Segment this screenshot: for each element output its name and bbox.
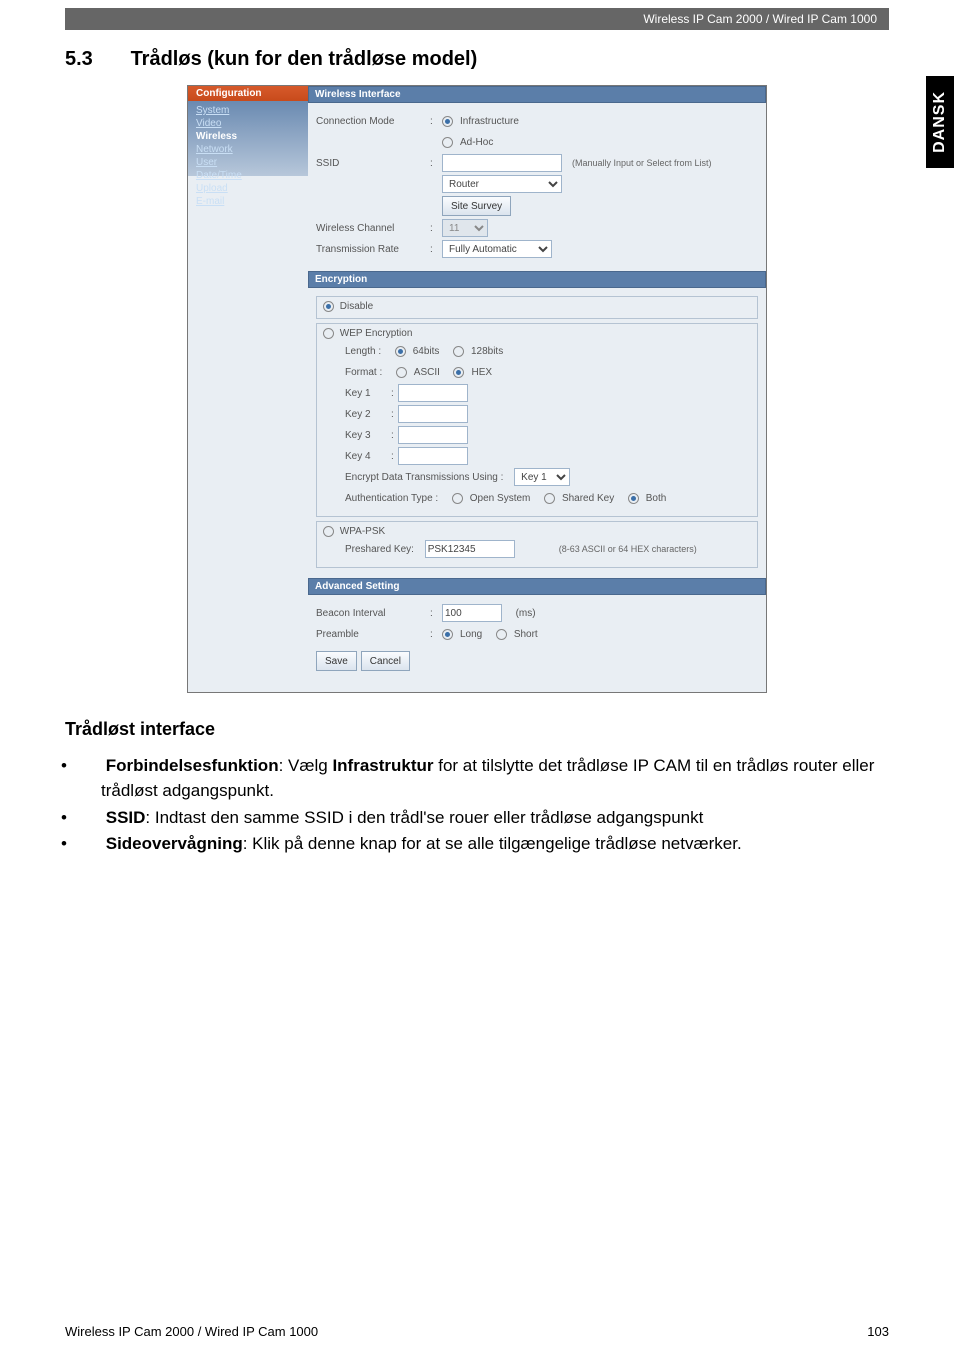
key1-label: Key 1 <box>345 388 387 399</box>
header-bar: Wireless IP Cam 2000 / Wired IP Cam 1000 <box>65 8 889 30</box>
bullet-2: SSID: Indtast den samme SSID i den trådl… <box>65 806 889 831</box>
opt-hex: HEX <box>471 367 492 378</box>
config-header: Configuration <box>188 86 308 101</box>
radio-open-system[interactable] <box>452 493 463 504</box>
sidebar-item-upload[interactable]: Upload <box>196 183 300 194</box>
ssid-label: SSID <box>316 158 426 169</box>
radio-disable[interactable] <box>323 301 334 312</box>
radio-128bits[interactable] <box>453 346 464 357</box>
radio-long[interactable] <box>442 629 453 640</box>
opt-64bits: 64bits <box>413 346 440 357</box>
radio-shared-key[interactable] <box>544 493 555 504</box>
config-sidebar: Configuration System Video Wireless Netw… <box>188 86 308 692</box>
cancel-button[interactable]: Cancel <box>361 651 410 671</box>
save-button[interactable]: Save <box>316 651 357 671</box>
opt-shared-key: Shared Key <box>562 493 614 504</box>
wireless-channel-label: Wireless Channel <box>316 223 426 234</box>
opt-long: Long <box>460 629 482 640</box>
ssid-hint: (Manually Input or Select from List) <box>572 158 712 168</box>
sidebar-item-wireless[interactable]: Wireless <box>196 131 300 142</box>
radio-infrastructure[interactable] <box>442 116 453 127</box>
wireless-channel-select[interactable]: 11 <box>442 219 488 237</box>
router-select[interactable]: Router <box>442 175 562 193</box>
ssid-input[interactable] <box>442 154 562 172</box>
key4-input[interactable] <box>398 447 468 465</box>
auth-type-label: Authentication Type : <box>345 493 438 504</box>
key2-label: Key 2 <box>345 409 387 420</box>
body-heading: Trådløst interface <box>65 719 889 740</box>
key3-label: Key 3 <box>345 430 387 441</box>
footer-page-number: 103 <box>867 1324 889 1339</box>
radio-short[interactable] <box>496 629 507 640</box>
transmission-rate-label: Transmission Rate <box>316 244 426 255</box>
encrypt-using-select[interactable]: Key 1 <box>514 468 570 486</box>
encrypt-using-label: Encrypt Data Transmissions Using : <box>345 472 503 483</box>
format-label: Format : <box>345 367 382 378</box>
transmission-rate-select[interactable]: Fully Automatic <box>442 240 552 258</box>
opt-infrastructure: Infrastructure <box>460 116 519 127</box>
radio-hex[interactable] <box>453 367 464 378</box>
config-main: Wireless Interface Connection Mode : Inf… <box>308 86 766 692</box>
sidebar-item-user[interactable]: User <box>196 157 300 168</box>
bullet-1: Forbindelsesfunktion: Vælg Infrastruktur… <box>65 754 889 803</box>
sidebar-item-datetime[interactable]: Date/Time <box>196 170 300 181</box>
language-tab-label: DANSK <box>931 91 949 153</box>
advanced-title: Advanced Setting <box>308 578 766 595</box>
key1-input[interactable] <box>398 384 468 402</box>
section-title: 5.3 Trådløs (kun for den trådløse model) <box>65 48 889 71</box>
radio-64bits[interactable] <box>395 346 406 357</box>
wireless-interface-title: Wireless Interface <box>308 86 766 103</box>
sidebar-item-email[interactable]: E-mail <box>196 196 300 207</box>
connection-mode-label: Connection Mode <box>316 116 426 127</box>
opt-adhoc: Ad-Hoc <box>460 137 493 148</box>
radio-adhoc[interactable] <box>442 137 453 148</box>
opt-ascii: ASCII <box>414 367 440 378</box>
body-text: Trådløst interface Forbindelsesfunktion:… <box>65 719 889 857</box>
sidebar-item-network[interactable]: Network <box>196 144 300 155</box>
radio-both[interactable] <box>628 493 639 504</box>
wep-label: WEP Encryption <box>340 328 413 339</box>
header-product: Wireless IP Cam 2000 / Wired IP Cam 1000 <box>643 12 877 26</box>
length-label: Length : <box>345 346 381 357</box>
opt-short: Short <box>514 629 538 640</box>
key4-label: Key 4 <box>345 451 387 462</box>
beacon-unit: (ms) <box>516 608 536 619</box>
radio-wep[interactable] <box>323 328 334 339</box>
sidebar-item-video[interactable]: Video <box>196 118 300 129</box>
key3-input[interactable] <box>398 426 468 444</box>
beacon-label: Beacon Interval <box>316 608 426 619</box>
language-tab: DANSK <box>926 76 954 168</box>
sidebar-item-system[interactable]: System <box>196 105 300 116</box>
site-survey-button[interactable]: Site Survey <box>442 196 511 216</box>
radio-wpa[interactable] <box>323 526 334 537</box>
section-heading: Trådløs (kun for den trådløse model) <box>131 48 478 70</box>
footer: Wireless IP Cam 2000 / Wired IP Cam 1000… <box>65 1324 889 1339</box>
preamble-label: Preamble <box>316 629 426 640</box>
disable-label: Disable <box>340 301 373 312</box>
preshared-hint: (8-63 ASCII or 64 HEX characters) <box>559 544 697 554</box>
preshared-input[interactable] <box>425 540 515 558</box>
footer-left: Wireless IP Cam 2000 / Wired IP Cam 1000 <box>65 1324 318 1339</box>
preshared-label: Preshared Key: <box>345 544 414 555</box>
config-screenshot: Configuration System Video Wireless Netw… <box>187 85 767 693</box>
wpa-label: WPA-PSK <box>340 526 385 537</box>
opt-both: Both <box>646 493 667 504</box>
opt-128bits: 128bits <box>471 346 503 357</box>
beacon-input[interactable] <box>442 604 502 622</box>
encryption-title: Encryption <box>308 271 766 288</box>
section-number: 5.3 <box>65 48 125 71</box>
key2-input[interactable] <box>398 405 468 423</box>
radio-ascii[interactable] <box>396 367 407 378</box>
opt-open-system: Open System <box>470 493 531 504</box>
bullet-3: Sideovervågning: Klik på denne knap for … <box>65 832 889 857</box>
